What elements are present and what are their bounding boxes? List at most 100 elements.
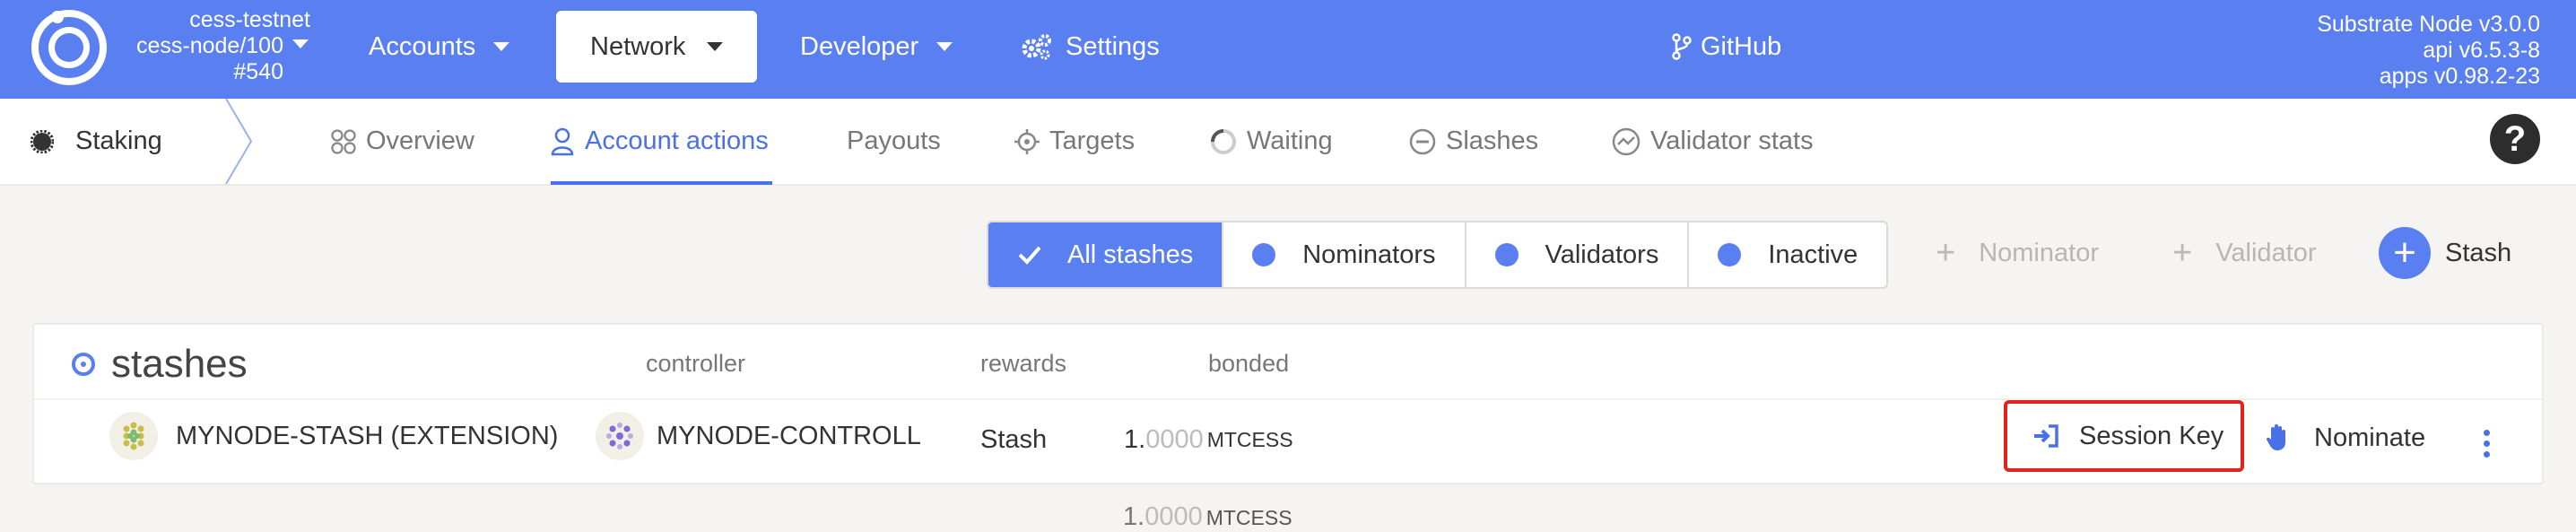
tab-label: Waiting <box>1247 126 1333 155</box>
avatar <box>596 412 644 460</box>
bonded-integer: 1. <box>1124 424 1146 454</box>
header-bonded: bonded <box>1208 350 1290 377</box>
chevron-down-icon[interactable] <box>292 39 309 48</box>
tab-payouts[interactable]: Payouts <box>847 99 941 184</box>
add-validator-button[interactable]: + Validator <box>2172 221 2317 285</box>
add-nominator-button[interactable]: + Nominator <box>1936 221 2099 285</box>
top-navigation-bar: cess-testnet cess-node/100 #540 Accounts… <box>0 0 2576 99</box>
menu-github-label: GitHub <box>1701 31 1782 61</box>
code-branch-icon <box>1672 33 1692 60</box>
tab-waiting[interactable]: Waiting <box>1209 99 1333 184</box>
stash-name: MYNODE-STASH (EXTENSION) <box>176 421 559 450</box>
minus-circle-icon <box>1409 128 1436 154</box>
crosshairs-icon <box>1014 128 1040 154</box>
controller-name: MYNODE-CONTROLL <box>657 421 921 450</box>
tab-targets[interactable]: Targets <box>1014 99 1135 184</box>
filter-label: Validators <box>1545 240 1659 269</box>
menu-accounts-label: Accounts <box>369 31 476 61</box>
menu-accounts[interactable]: Accounts <box>369 11 510 83</box>
help-icon[interactable]: ? <box>2490 114 2540 164</box>
menu-network-label: Network <box>590 31 686 61</box>
rewards-destination: Stash <box>980 424 1048 454</box>
avatar <box>109 412 158 460</box>
controller-account[interactable]: MYNODE-CONTROLL <box>596 412 921 460</box>
check-icon <box>1018 246 1041 265</box>
total-unit: MTCESS <box>1205 506 1292 529</box>
header-rewards: rewards <box>980 350 1067 377</box>
section-staking: Staking <box>30 99 162 184</box>
stash-filter-group: All stashes Nominators Validators Inacti… <box>987 221 1889 289</box>
chain-node: cess-node/100 <box>135 33 283 58</box>
table-title-text: stashes <box>111 342 248 386</box>
filter-nominators[interactable]: Nominators <box>1223 222 1466 287</box>
total-decimal: 0000 <box>1144 502 1203 531</box>
api-version: api v6.5.3-8 <box>2423 38 2540 63</box>
identicon-icon <box>123 422 144 450</box>
radio-dot-icon <box>1252 243 1276 266</box>
chevron-down-icon <box>707 42 724 51</box>
chevron-down-icon <box>936 42 953 51</box>
grid-icon <box>331 128 356 154</box>
tab-overview[interactable]: Overview <box>330 99 474 184</box>
hand-paper-icon <box>2266 424 2285 450</box>
tab-label: Targets <box>1049 126 1136 155</box>
identicon-icon <box>606 423 633 449</box>
node-version-info: Substrate Node v3.0.0 api v6.5.3-8 apps … <box>2317 12 2540 90</box>
section-title: Staking <box>75 126 162 155</box>
chart-line-icon <box>1612 127 1640 155</box>
filter-label: Nominators <box>1302 240 1436 269</box>
plus-icon: + <box>1936 233 1956 272</box>
add-stash-label: Stash <box>2445 238 2512 267</box>
node-version: Substrate Node v3.0.0 <box>2317 12 2540 37</box>
filter-all-stashes[interactable]: All stashes <box>988 222 1224 287</box>
chain-block: #540 <box>233 59 283 84</box>
bonded-unit: MTCESS <box>1206 427 1293 451</box>
menu-github[interactable]: GitHub <box>1672 11 1781 83</box>
menu-developer-label: Developer <box>800 31 919 61</box>
radio-dot-icon <box>1494 243 1519 266</box>
active-tab-indicator <box>551 181 772 185</box>
table-title: stashes <box>72 342 248 386</box>
plus-icon: + <box>2172 233 2193 272</box>
polkadot-logo-icon[interactable] <box>30 9 108 86</box>
filter-inactive[interactable]: Inactive <box>1689 222 1886 287</box>
radio-dot-icon <box>1718 243 1742 266</box>
add-stash-button[interactable]: + Stash <box>2379 227 2511 279</box>
chain-name: cess-testnet <box>189 7 310 32</box>
tab-slashes[interactable]: Slashes <box>1408 99 1538 184</box>
chevron-down-icon <box>493 42 510 51</box>
tab-label: Overview <box>366 126 474 155</box>
nominate-label: Nominate <box>2314 423 2426 452</box>
user-icon <box>551 127 574 155</box>
spinner-icon <box>1211 128 1236 154</box>
tabs-bar: Staking Overview Account actions Payouts… <box>0 99 2576 186</box>
session-key-button[interactable]: Session Key <box>2004 400 2244 472</box>
more-options-icon[interactable] <box>2484 430 2490 462</box>
bonded-decimal: 0000 <box>1145 424 1204 454</box>
filter-validators[interactable]: Validators <box>1466 222 1690 287</box>
header-controller: controller <box>646 350 746 377</box>
tab-label: Account actions <box>585 126 769 155</box>
apps-version: apps v0.98.2-23 <box>2379 64 2540 89</box>
menu-developer[interactable]: Developer <box>800 11 953 83</box>
chain-selector[interactable]: cess-testnet cess-node/100 #540 <box>115 7 310 85</box>
nominate-button[interactable]: Nominate <box>2266 403 2425 473</box>
session-key-label: Session Key <box>2079 421 2224 450</box>
tab-account-actions[interactable]: Account actions <box>551 99 769 184</box>
total-integer: 1. <box>1123 502 1145 531</box>
cogs-icon <box>1022 34 1051 60</box>
menu-settings[interactable]: Settings <box>1021 11 1160 83</box>
stash-account[interactable]: MYNODE-STASH (EXTENSION) <box>109 412 559 460</box>
menu-network[interactable]: Network <box>556 11 758 83</box>
filter-label: All stashes <box>1067 240 1194 269</box>
bonded-amount: 1. 0000 MTCESS <box>1124 422 1293 458</box>
certificate-icon <box>30 129 54 153</box>
add-nominator-label: Nominator <box>1979 238 2099 267</box>
sign-in-icon <box>2034 424 2058 448</box>
section-dot-icon <box>72 353 95 376</box>
tab-validator-stats[interactable]: Validator stats <box>1611 99 1814 184</box>
menu-settings-label: Settings <box>1066 31 1160 61</box>
filter-label: Inactive <box>1768 240 1858 269</box>
add-validator-label: Validator <box>2215 238 2317 267</box>
breadcrumb-separator <box>225 99 253 184</box>
